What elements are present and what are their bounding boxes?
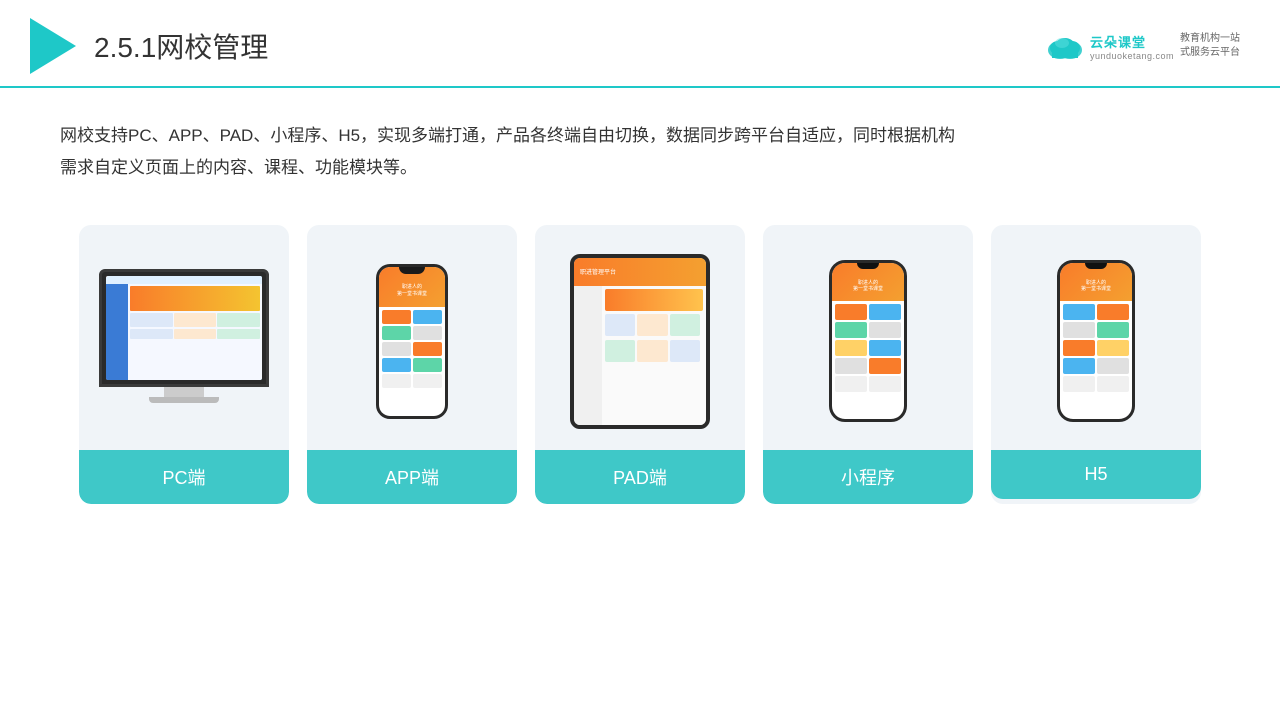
logo-triangle-icon — [30, 18, 76, 74]
header-left: 2.5.1网校管理 — [30, 18, 268, 74]
description-text: 网校支持PC、APP、PAD、小程序、H5，实现多端打通，产品各终端自由切换，数… — [0, 88, 1280, 185]
card-miniprogram: 职进人的第一堂书课堂 — [763, 225, 973, 504]
brand-slogan: 教育机构一站 式服务云平台 — [1180, 32, 1240, 60]
card-pad: 职进管理平台 — [535, 225, 745, 504]
card-label-pc: PC端 — [79, 450, 289, 504]
card-image-pad: 职进管理平台 — [549, 249, 731, 434]
cards-container: PC端 职进人的第一堂书课堂 — [0, 185, 1280, 504]
pc-monitor-icon — [99, 269, 269, 414]
card-image-miniprogram: 职进人的第一堂书课堂 — [777, 249, 959, 434]
brand-text: 云朵课堂 yunduoketang.com — [1090, 32, 1174, 61]
page-title: 2.5.1网校管理 — [94, 26, 268, 66]
card-h5: 职进人的第一堂书课堂 — [991, 225, 1201, 504]
tablet-pad-icon: 职进管理平台 — [570, 254, 710, 429]
brand-logo: 云朵课堂 yunduoketang.com 教育机构一站 式服务云平台 — [1042, 28, 1240, 64]
cloud-icon — [1042, 28, 1088, 64]
phone-h5-icon: 职进人的第一堂书课堂 — [1057, 260, 1135, 422]
card-label-app: APP端 — [307, 450, 517, 504]
phone-app-icon: 职进人的第一堂书课堂 — [376, 264, 448, 419]
header: 2.5.1网校管理 云朵课堂 yunduoketang.com 教育机构一站 式… — [0, 0, 1280, 88]
card-label-pad: PAD端 — [535, 450, 745, 504]
phone-miniprogram-icon: 职进人的第一堂书课堂 — [829, 260, 907, 422]
card-image-h5: 职进人的第一堂书课堂 — [1005, 249, 1187, 434]
card-image-pc — [93, 249, 275, 434]
card-image-app: 职进人的第一堂书课堂 — [321, 249, 503, 434]
card-label-miniprogram: 小程序 — [763, 450, 973, 504]
card-app: 职进人的第一堂书课堂 — [307, 225, 517, 504]
card-label-h5: H5 — [991, 450, 1201, 499]
card-pc: PC端 — [79, 225, 289, 504]
